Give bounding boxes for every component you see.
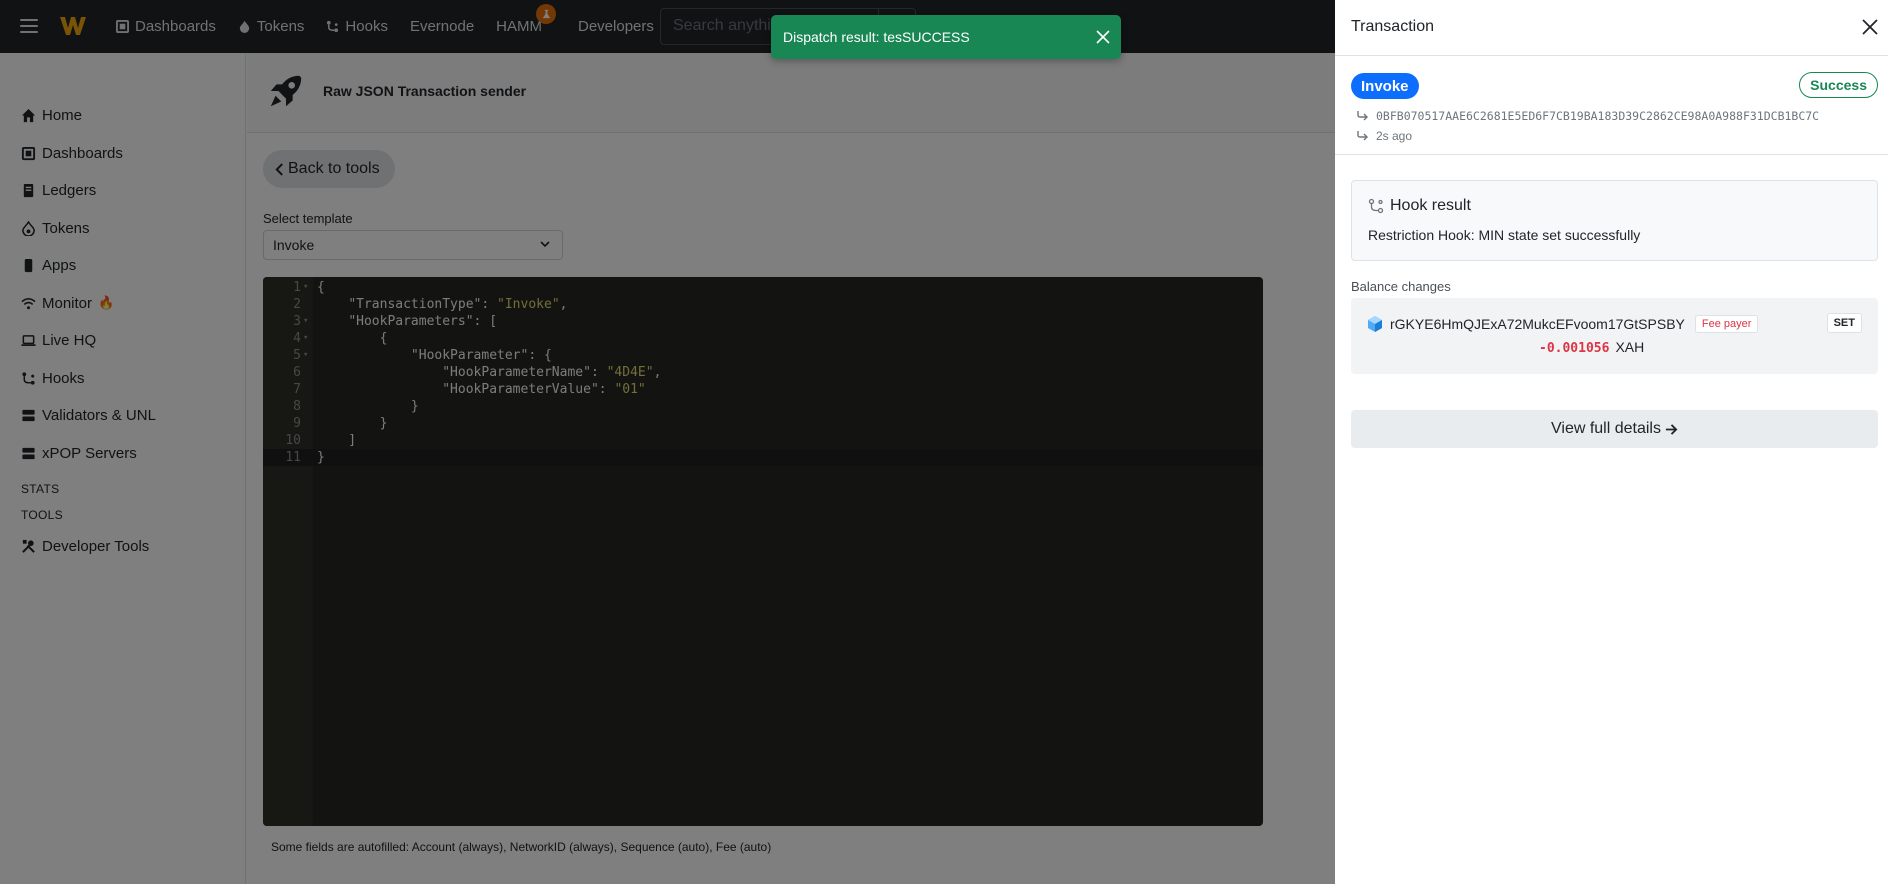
tx-hash-link[interactable]: 0BFB070517AAE6C2681E5ED6F7CB19BA183D39C2… bbox=[1376, 109, 1819, 123]
hook-result-text: Restriction Hook: MIN state set successf… bbox=[1368, 227, 1641, 243]
dispatch-result-toast: Dispatch result: tesSUCCESS bbox=[771, 15, 1121, 59]
cube-avatar-icon bbox=[1368, 316, 1382, 332]
hook-result-card: Hook result Restriction Hook: MIN state … bbox=[1351, 180, 1878, 261]
hook-result-title: Hook result bbox=[1368, 197, 1471, 215]
view-full-details-button[interactable]: View full details bbox=[1351, 410, 1878, 448]
balance-change-card: rGKYE6HmQJExA72MukcEFvoom17GtSPSBY Fee p… bbox=[1351, 298, 1878, 374]
fee-payer-badge: Fee payer bbox=[1694, 315, 1759, 333]
hooks-icon bbox=[1368, 198, 1384, 214]
arrow-right-icon bbox=[1665, 423, 1678, 435]
tx-time-ago: 2s ago bbox=[1376, 129, 1413, 143]
balance-amount-value: -0.001056 bbox=[1539, 341, 1610, 356]
transaction-drawer: Transaction Invoke Success 0BFB070517AAE… bbox=[1335, 0, 1888, 884]
set-badge: SET bbox=[1826, 313, 1862, 333]
drawer-header: Transaction bbox=[1335, 0, 1888, 56]
balance-currency: XAH bbox=[1615, 339, 1645, 355]
reply-arrow-icon bbox=[1357, 131, 1368, 141]
close-icon[interactable] bbox=[1860, 17, 1880, 37]
drawer-title: Transaction bbox=[1351, 18, 1434, 35]
view-full-details-label: View full details bbox=[1551, 420, 1661, 437]
tx-time-row: 2s ago bbox=[1356, 129, 1412, 143]
hook-result-title-text: Hook result bbox=[1390, 197, 1471, 214]
transaction-type-badge: Invoke bbox=[1351, 73, 1419, 99]
reply-arrow-icon bbox=[1357, 111, 1368, 121]
transaction-summary: Invoke Success 0BFB070517AAE6C2681E5ED6F… bbox=[1335, 56, 1888, 155]
account-address-link[interactable]: rGKYE6HmQJExA72MukcEFvoom17GtSPSBY bbox=[1390, 316, 1685, 332]
balance-changes-label: Balance changes bbox=[1351, 279, 1451, 294]
balance-amount: -0.001056 XAH bbox=[1539, 339, 1644, 356]
close-icon[interactable] bbox=[1095, 29, 1111, 45]
balance-account-row: rGKYE6HmQJExA72MukcEFvoom17GtSPSBY Fee p… bbox=[1366, 315, 1759, 333]
tx-hash-row: 0BFB070517AAE6C2681E5ED6F7CB19BA183D39C2… bbox=[1356, 109, 1819, 123]
toast-message: Dispatch result: tesSUCCESS bbox=[783, 29, 970, 45]
status-badge: Success bbox=[1799, 72, 1878, 98]
